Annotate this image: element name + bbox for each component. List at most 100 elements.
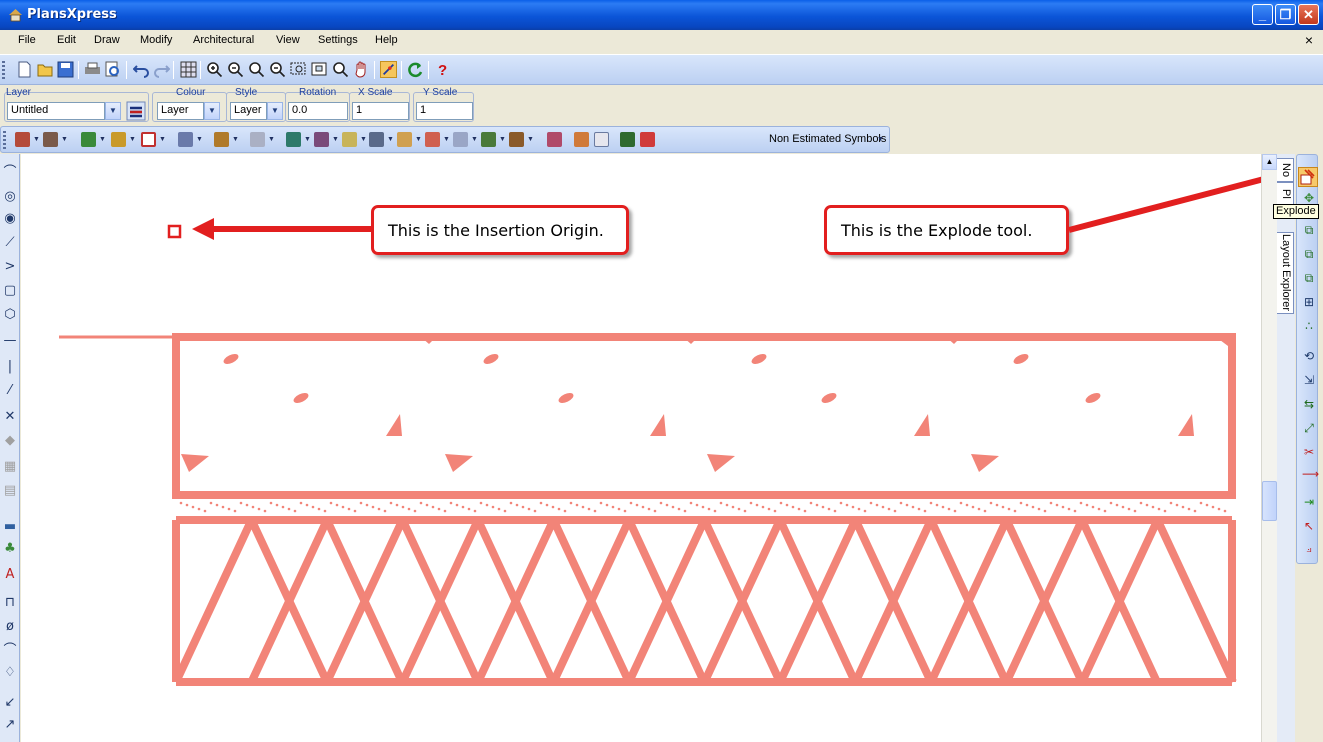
scroll-up-icon[interactable]: ▲ <box>1262 154 1277 170</box>
angle-dimension-icon[interactable]: ♢ <box>3 666 17 680</box>
detail-icon[interactable] <box>594 132 609 147</box>
house-estimate-icon[interactable] <box>574 132 589 147</box>
zoom-out-icon[interactable] <box>227 61 244 78</box>
layer-select[interactable]: Untitled <box>7 102 105 120</box>
menu-modify[interactable]: Modify <box>140 34 172 46</box>
fill-tool-icon[interactable]: ◆ <box>3 434 17 448</box>
dimension-tool-icon[interactable]: ⊓ <box>3 596 17 610</box>
diameter-tool-icon[interactable]: ø <box>3 620 17 634</box>
tab-layout-explorer[interactable]: Layout Explorer <box>1277 232 1294 314</box>
grid-array-tool-icon[interactable]: ⊞ <box>1302 295 1316 309</box>
scatter-tool-icon[interactable]: ∴ <box>1302 319 1316 333</box>
horizontal-line-icon[interactable]: — <box>3 334 17 348</box>
document-close-button[interactable]: × <box>1305 33 1313 47</box>
slab-symbol-icon[interactable] <box>453 132 468 147</box>
image-tool-icon[interactable]: ▬ <box>3 520 17 534</box>
menu-draw[interactable]: Draw <box>94 34 120 46</box>
copy-tool-icon[interactable]: ⧉ <box>1302 223 1316 237</box>
save-icon[interactable] <box>57 61 74 78</box>
roof-symbol-icon[interactable] <box>314 132 329 147</box>
menu-edit[interactable]: Edit <box>57 34 76 46</box>
arrow-tool-icon[interactable]: ↗ <box>3 718 17 732</box>
undo-icon[interactable] <box>133 61 150 78</box>
drawing-canvas[interactable] <box>21 154 1261 742</box>
brick-symbol-icon[interactable] <box>43 132 58 147</box>
rotate-tool-icon[interactable]: ⟲ <box>1302 349 1316 363</box>
window-symbol-icon[interactable] <box>111 132 126 147</box>
trim-tool-icon[interactable]: ✂ <box>1302 445 1316 459</box>
zoom-page-icon[interactable] <box>311 61 328 78</box>
minimize-button[interactable]: _ <box>1252 4 1273 25</box>
chamfer-tool-icon[interactable]: ⟓ <box>1302 541 1316 555</box>
non-estimated-symbols-dropdown[interactable]: Non Estimated Symbols <box>769 133 886 145</box>
tab-notes[interactable]: No <box>1277 158 1294 182</box>
polyline-tool-icon[interactable]: > <box>3 260 17 274</box>
menu-file[interactable]: File <box>18 34 36 46</box>
wall-symbol-icon[interactable] <box>15 132 30 147</box>
rotation-field[interactable]: 0.0 <box>288 102 348 120</box>
cross-tool-icon[interactable]: ✕ <box>3 410 17 424</box>
exit-symbol-icon[interactable] <box>640 132 655 147</box>
print-preview-icon[interactable] <box>104 61 121 78</box>
zoom-extents-icon[interactable] <box>269 61 286 78</box>
maximize-button[interactable]: ❐ <box>1275 4 1296 25</box>
tile-symbol-icon[interactable] <box>369 132 384 147</box>
leader-tool-icon[interactable]: ↙ <box>3 696 17 710</box>
scroll-thumb[interactable] <box>1262 481 1277 521</box>
stair-symbol-icon[interactable] <box>214 132 229 147</box>
menu-help[interactable]: Help <box>375 34 398 46</box>
explode-tool-button[interactable] <box>1298 167 1318 187</box>
layer-dropdown-arrow[interactable]: ▼ <box>105 102 121 120</box>
redo-icon[interactable] <box>153 61 170 78</box>
grid-icon[interactable] <box>180 61 197 78</box>
break-tool-icon[interactable]: ⇥ <box>1302 495 1316 509</box>
snap-icon[interactable] <box>380 61 397 78</box>
zoom-window-icon[interactable] <box>290 61 307 78</box>
stretch-tool-icon[interactable]: ⤢ <box>1302 421 1316 435</box>
open-folder-icon[interactable] <box>37 61 54 78</box>
move-tool-icon[interactable]: ✥ <box>1302 191 1316 205</box>
arc-dimension-icon[interactable]: ⌒ <box>3 644 17 658</box>
cabinet-symbol-icon[interactable] <box>250 132 265 147</box>
toolbar-grip[interactable] <box>2 61 5 79</box>
beam-symbol-icon[interactable] <box>178 132 193 147</box>
x-scale-field[interactable]: 1 <box>352 102 409 120</box>
line-tool-icon[interactable]: ⟋ <box>3 236 17 250</box>
pan-hand-icon[interactable] <box>353 61 370 78</box>
mirror-tool-icon[interactable]: ⇆ <box>1302 397 1316 411</box>
style-select[interactable]: Layer <box>230 102 267 120</box>
help-icon[interactable]: ? <box>434 61 451 78</box>
site-symbol-icon[interactable] <box>342 132 357 147</box>
door-symbol-icon[interactable] <box>81 132 96 147</box>
print-icon[interactable] <box>84 61 101 78</box>
vertical-scrollbar[interactable]: ▲ <box>1261 154 1277 742</box>
ellipse-tool-icon[interactable]: ◉ <box>3 212 17 226</box>
zoom-all-icon[interactable] <box>332 61 349 78</box>
fixture-symbol-icon[interactable] <box>286 132 301 147</box>
polygon-tool-icon[interactable]: ⬡ <box>3 308 17 322</box>
y-scale-field[interactable]: 1 <box>416 102 473 120</box>
colour-select[interactable]: Layer <box>157 102 204 120</box>
hatch-tool-icon[interactable]: ▦ <box>3 460 17 474</box>
angled-line-icon[interactable]: ⁄ <box>3 384 17 398</box>
scale-tool-icon[interactable]: ⇲ <box>1302 373 1316 387</box>
angle-symbol-icon[interactable] <box>481 132 496 147</box>
fillet-tool-icon[interactable]: ↖ <box>1302 519 1316 533</box>
frame-symbol-icon[interactable] <box>141 132 156 147</box>
section-symbol-icon[interactable] <box>547 132 562 147</box>
layer-stack-icon[interactable] <box>620 132 635 147</box>
multi-copy-tool-icon[interactable]: ⧉ <box>1302 247 1316 261</box>
close-window-button[interactable]: ✕ <box>1298 4 1319 25</box>
refresh-icon[interactable] <box>407 61 424 78</box>
arc-symbol-icon[interactable] <box>425 132 440 147</box>
table-tool-icon[interactable]: ▤ <box>3 484 17 498</box>
vertical-line-icon[interactable]: | <box>3 360 17 374</box>
extend-tool-icon[interactable]: ⟶ <box>1302 467 1319 481</box>
zoom-previous-icon[interactable] <box>248 61 265 78</box>
colour-dropdown-arrow[interactable]: ▼ <box>204 102 220 120</box>
symbols-toolbar-grip[interactable] <box>3 131 6 149</box>
style-dropdown-arrow[interactable]: ▼ <box>267 102 283 120</box>
menu-settings[interactable]: Settings <box>318 34 358 46</box>
symbol-tool-icon[interactable]: ♣ <box>3 542 17 556</box>
array-tool-icon[interactable]: ⧉ <box>1302 271 1316 285</box>
